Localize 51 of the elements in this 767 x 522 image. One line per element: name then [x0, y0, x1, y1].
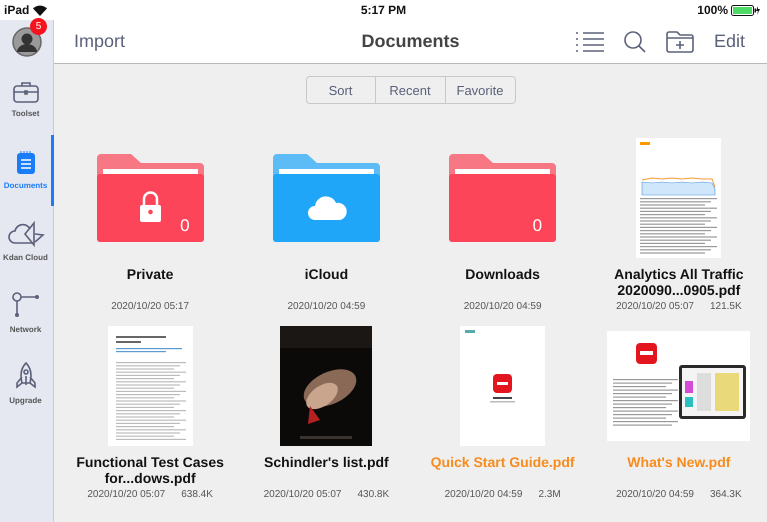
page-title: Documents: [362, 31, 460, 52]
network-icon: [10, 291, 40, 319]
file-name[interactable]: Private: [76, 266, 224, 282]
battery-percent: 100%: [697, 3, 728, 17]
file-date: 2020/10/20 04:59: [464, 301, 542, 312]
search-icon[interactable]: [624, 30, 646, 52]
sidebar-item[interactable]: Documents: [0, 135, 54, 206]
file-name[interactable]: Schindler's list.pdf: [252, 454, 400, 470]
status-time: 5:17 PM: [360, 3, 406, 17]
notification-badge: 5: [30, 18, 47, 35]
wifi-icon: [33, 4, 48, 16]
sidebar-item[interactable]: Toolset: [0, 64, 54, 135]
list-icon[interactable]: [576, 32, 604, 52]
file-name[interactable]: Functional Test Cases for...dows.pdf: [76, 454, 224, 486]
file-date: 2020/10/20 04:59: [444, 489, 522, 500]
toolbox-icon: [12, 81, 38, 103]
new-folder-icon[interactable]: [666, 30, 694, 52]
cloud-icon: [6, 221, 44, 247]
sidebar-item[interactable]: Upgrade: [0, 348, 54, 419]
file-name[interactable]: iCloud: [252, 266, 400, 282]
battery-icon: [731, 4, 761, 16]
file-name[interactable]: Analytics All Traffic 2020090...0905.pdf: [604, 266, 753, 298]
segment-tab[interactable]: Recent: [376, 76, 446, 104]
edit-button[interactable]: Edit: [714, 31, 745, 52]
folder-icon[interactable]: 0: [449, 154, 556, 242]
file-date: 2020/10/20 04:59: [287, 301, 366, 312]
segment-tab[interactable]: Favorite: [446, 76, 516, 104]
file-date: 2020/10/20 05:07: [616, 301, 694, 312]
item-count: 0: [180, 216, 190, 236]
sidebar-item[interactable]: Kdan Cloud: [0, 206, 54, 277]
file-size: 2.3M: [538, 489, 561, 500]
file-date: 2020/10/20 05:17: [111, 301, 190, 312]
folder-icon[interactable]: [272, 154, 380, 242]
segment-tab[interactable]: Sort: [306, 76, 376, 104]
file-date: 2020/10/20 05:07: [264, 489, 342, 500]
folder-icon[interactable]: 0: [96, 154, 204, 242]
file-date: 2020/10/20 05:07: [87, 489, 166, 500]
item-count: 0: [532, 216, 542, 236]
lock-icon: [140, 191, 161, 222]
file-date: 2020/10/20 04:59: [616, 489, 694, 500]
file-size: 430.8K: [357, 489, 390, 500]
sidebar-item[interactable]: Network: [0, 277, 54, 348]
rocket-icon: [14, 362, 38, 390]
device-name: iPad: [4, 3, 30, 17]
file-size: 121.5K: [710, 301, 742, 312]
file-size: 364.3K: [710, 489, 742, 500]
import-button[interactable]: Import: [74, 31, 126, 52]
cloud-icon: [308, 196, 347, 220]
file-name[interactable]: Downloads: [428, 266, 577, 282]
file-size: 638.4K: [181, 489, 213, 500]
document-icon: [16, 151, 36, 175]
